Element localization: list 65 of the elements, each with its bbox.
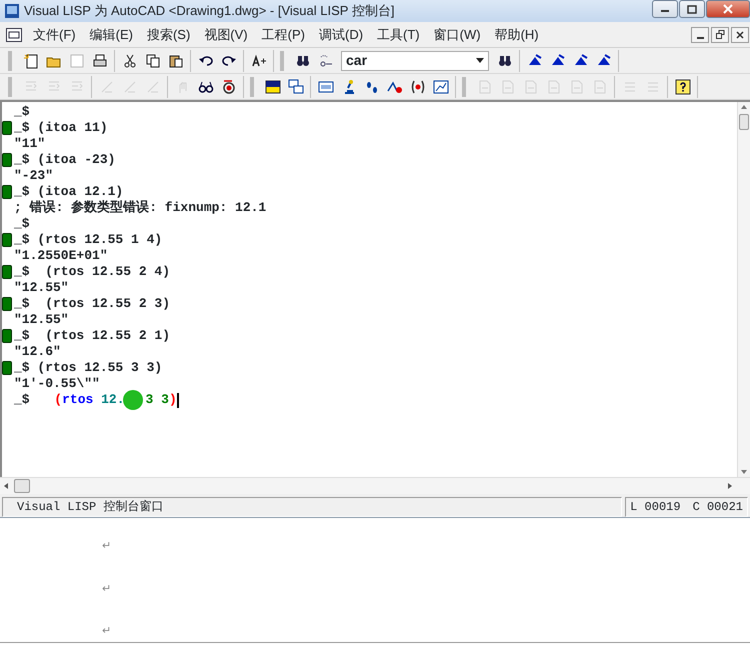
console-line: ; 错误: 参数类型错误: fixnump: 12.1 — [13, 200, 266, 216]
restore-button[interactable] — [711, 26, 729, 42]
code-token: ( — [54, 392, 62, 408]
menu-item[interactable]: 窗口(W) — [426, 24, 488, 46]
caret-icon — [476, 58, 484, 63]
minimize-button[interactable] — [691, 26, 709, 42]
console-line: "1.2550E+01" — [13, 248, 108, 264]
text-cursor — [176, 392, 179, 408]
console-line: "-23" — [13, 168, 54, 184]
menu-item[interactable]: 编辑(E) — [82, 24, 140, 46]
document-icon[interactable] — [6, 28, 22, 42]
console-line: "12.55" — [13, 280, 69, 296]
toolbar-grip[interactable] — [462, 76, 466, 96]
paragraph-mark: ↵ — [102, 624, 112, 639]
menu-item[interactable]: 工程(P) — [254, 24, 312, 46]
console-line: "12.55" — [13, 312, 69, 328]
menu-item[interactable]: 工具(T) — [370, 24, 427, 46]
paragraph-mark: ↵ — [102, 582, 112, 596]
restore-icon — [716, 30, 724, 39]
column-indicator: C 00021 — [692, 499, 743, 516]
scroll-thumb[interactable] — [14, 479, 30, 493]
console-line: _$ (rtos 12.55 1 4) — [13, 232, 162, 248]
toolbar-grip[interactable] — [8, 50, 12, 70]
console-line: "12.6" — [13, 344, 61, 360]
console-line: _$ (rtos 12.55 3 3) — [13, 360, 162, 376]
minimize-button[interactable] — [652, 0, 678, 18]
line-indicator: L 00019 — [630, 499, 681, 516]
console-line: _$ — [13, 216, 30, 232]
status-message: Visual LISP 控制台窗口 — [16, 498, 164, 516]
minimize-icon — [696, 37, 704, 39]
menu-item[interactable]: 帮助(H) — [488, 24, 546, 46]
search-combo[interactable]: car — [341, 50, 489, 70]
window-title: Visual LISP 为 AutoCAD <Drawing1.dwg> - [Visual LISP 控制台] — [24, 2, 394, 20]
toolbar-grip[interactable] — [280, 50, 284, 70]
console-line: _$ (itoa 11) — [13, 120, 108, 136]
paragraph-mark: ↵ — [102, 539, 112, 554]
console-line: _$ — [13, 104, 30, 120]
toolbar-grip[interactable] — [8, 76, 12, 96]
menu-item[interactable]: 调试(D) — [312, 24, 370, 46]
toolbar-grip[interactable] — [250, 76, 254, 96]
close-button[interactable] — [706, 0, 750, 18]
scroll-thumb[interactable] — [739, 114, 749, 130]
close-icon — [723, 4, 733, 14]
maximize-icon — [687, 4, 697, 14]
console-line: _$ (rtos 12.55 2 3) — [13, 296, 170, 312]
menu-item[interactable]: 文件(F) — [26, 24, 83, 46]
code-token: 3 — [161, 392, 169, 408]
maximize-button[interactable] — [679, 0, 705, 18]
app-icon — [4, 3, 20, 19]
console-line: _$ (itoa -23) — [13, 152, 116, 168]
console-line: _$ (rtos 12.55 2 1) — [13, 328, 170, 344]
code-token: rtos — [62, 392, 94, 408]
menu-item[interactable]: 搜索(S) — [140, 24, 198, 46]
console-line: _$ (itoa 12.1) — [13, 184, 124, 200]
console-line: "11" — [13, 136, 46, 152]
cursor-highlight — [122, 390, 143, 410]
console-line: "1'-0.55\"" — [13, 376, 100, 392]
console-prompt: _$ — [13, 392, 30, 408]
code-token: 3 — [146, 392, 154, 408]
code-token: ) — [168, 392, 177, 408]
menu-item[interactable]: 视图(V) — [197, 24, 255, 46]
close-button[interactable] — [731, 26, 749, 42]
code-token: 12. — [101, 392, 125, 408]
close-icon — [736, 30, 744, 38]
console-line: _$ (rtos 12.55 2 4) — [13, 264, 170, 280]
